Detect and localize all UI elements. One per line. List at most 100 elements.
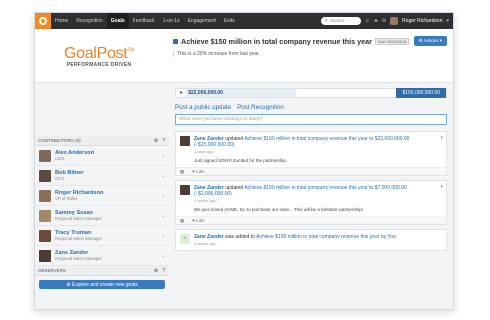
megaphone-icon[interactable]: ♬	[365, 18, 370, 24]
explore-goals-label: Explore and create new goals	[71, 281, 138, 288]
feed-goal-link[interactable]: Achieve $150 million in total company re…	[244, 136, 367, 142]
feed-value: by You	[380, 234, 396, 240]
feed-delta: (↑$15,000,000.00)	[194, 142, 235, 148]
help-icon[interactable]: ?	[162, 268, 165, 274]
observers-header: OBSERVERS ⚙?	[35, 266, 169, 276]
avatar	[39, 209, 51, 222]
search-icon: ⚲	[324, 18, 328, 23]
settings-icon[interactable]: ⚙	[154, 138, 158, 144]
chevron-down-icon[interactable]: ⌄	[161, 173, 165, 179]
nav-engagement[interactable]: Engagement	[184, 13, 220, 29]
explore-goals-button[interactable]: ⊕ Explore and create new goals	[39, 280, 165, 289]
goal-title: Achieve $150 million in total company re…	[181, 37, 372, 46]
contributor-role: Regional Sales Manager	[55, 236, 103, 241]
app-window: Home Recognition Goals Feedback 1-on-1s …	[34, 12, 454, 310]
avatar	[39, 229, 51, 242]
goal-subtitle: This is a 20% increase from last year.	[173, 51, 447, 57]
feed-item: + Zane Zander was added to Achieve $150 …	[175, 229, 447, 251]
contributors-title: CONTRIBUTORS (6)	[38, 138, 81, 143]
contributors-header: CONTRIBUTORS (6) ⚙?	[35, 136, 169, 146]
brand-name: GoalPost	[63, 44, 128, 62]
avatar	[180, 136, 190, 146]
user-plus-icon: +	[180, 234, 190, 244]
feed-timestamp: 3 weeks ago	[194, 241, 217, 246]
avatar	[39, 169, 51, 182]
tab-post-update[interactable]: Post a public update	[175, 104, 231, 111]
contributor-role: Regional Sales Manager	[55, 216, 103, 221]
tab-post-recognition[interactable]: Post Recognition	[237, 104, 284, 111]
bell-icon[interactable]: ♣	[374, 18, 377, 24]
like-button[interactable]: ♥ Like	[192, 169, 204, 174]
nav-home[interactable]: Home	[51, 13, 72, 29]
progress-current: $22,000,000.00	[186, 89, 297, 97]
lock-icon	[173, 39, 178, 44]
feed-item: ▾ Zane Zander updated Achieve $150 milli…	[175, 131, 447, 176]
feed-item: ▾ Zane Zander updated Achieve $150 milli…	[175, 180, 447, 225]
user-avatar[interactable]	[390, 17, 399, 25]
avatar	[39, 149, 51, 162]
goal-progress-bar: ➤ $22,000,000.00 $150,000,000.00	[175, 88, 447, 98]
search-input[interactable]: ⚲ Search	[321, 17, 362, 25]
contributor-item[interactable]: Zane Zander Regional Sales Manager ⌄	[35, 246, 169, 266]
settings-icon[interactable]: ⚙	[154, 268, 158, 274]
left-sidebar: CONTRIBUTORS (6) ⚙? Alex Anderson CEO ⌄ B…	[35, 84, 169, 309]
nav-one-on-ones[interactable]: 1-on-1s	[159, 13, 184, 29]
feed-timestamp: 3 days ago	[194, 149, 214, 154]
feed-action: was added to	[225, 234, 255, 240]
search-placeholder: Search	[329, 18, 344, 23]
contributor-role: Regional Sales Manager	[55, 256, 103, 261]
contributor-role: CFO	[55, 176, 65, 181]
like-label: Like	[196, 218, 205, 223]
feed-comment: Just signed SONY! Excited for the partne…	[194, 158, 288, 163]
activity-feed: ▾ Zane Zander updated Achieve $150 milli…	[175, 131, 447, 251]
progress-target: $150,000,000.00	[396, 88, 446, 98]
contributor-item[interactable]: Roger Richardson VP of Sales ⌄	[35, 186, 169, 206]
contributor-item[interactable]: Alex Anderson CEO ⌄	[35, 146, 169, 166]
like-button[interactable]: ♥ Like	[192, 218, 204, 223]
comment-icon[interactable]: ▩	[180, 218, 184, 224]
chevron-down-icon[interactable]: ⌄	[161, 233, 165, 239]
nav-recognition[interactable]: Recognition	[72, 13, 106, 29]
top-navigation: Home Recognition Goals Feedback 1-on-1s …	[35, 13, 453, 29]
contributor-item[interactable]: Sammy Sosas Regional Sales Manager ⌄	[35, 206, 169, 226]
flag-icon: ➤	[179, 90, 184, 96]
avatar	[39, 189, 51, 202]
nav-exits[interactable]: Exits	[220, 13, 239, 29]
goal-header: GoalPostTM PERFORMANCE DRIVEN Achieve $1…	[35, 29, 453, 83]
chevron-down-icon[interactable]: ▾	[440, 135, 443, 141]
brand-tagline: PERFORMANCE DRIVEN	[66, 61, 132, 68]
contributor-role: VP of Sales	[55, 196, 78, 201]
chevron-down-icon[interactable]: ▾	[440, 184, 443, 190]
feed-goal-link[interactable]: Achieve $150 million in total company re…	[256, 234, 379, 240]
app-logo-icon[interactable]	[35, 13, 51, 29]
chevron-down-icon[interactable]: ⌄	[161, 193, 165, 199]
feed-value: to $7,000,000.00	[369, 185, 407, 191]
avatar	[39, 249, 51, 262]
nav-feedback[interactable]: Feedback	[129, 13, 159, 29]
help-icon[interactable]: ?	[162, 138, 165, 144]
chevron-down-icon[interactable]: ⌄	[161, 213, 165, 219]
avatar	[180, 185, 190, 195]
feed-goal-link[interactable]: Achieve $150 million in total company re…	[244, 185, 367, 191]
actions-label: Actions	[423, 38, 439, 43]
comment-icon[interactable]: ▩	[180, 169, 184, 175]
user-name[interactable]: Roger Richardson	[402, 18, 442, 24]
contributor-item[interactable]: Bob Bitner CFO ⌄	[35, 166, 169, 186]
chevron-down-icon[interactable]: ▾	[446, 18, 449, 24]
feed-value: to $22,000,000.00	[369, 136, 410, 142]
chevron-down-icon[interactable]: ⌄	[161, 253, 165, 259]
feed-user-link[interactable]: Zane Zander	[194, 234, 224, 240]
like-label: Like	[196, 169, 205, 174]
feed-timestamp: 2 weeks ago	[194, 198, 217, 203]
actions-button[interactable]: ⚙ Actions ▾	[413, 36, 447, 46]
nav-goals[interactable]: Goals	[106, 13, 129, 29]
settings-icon[interactable]: ⚙	[382, 18, 386, 24]
chevron-down-icon[interactable]: ⌄	[161, 153, 165, 159]
post-update-input[interactable]: What have you been working on lately?	[175, 114, 447, 125]
brand-logo: GoalPostTM PERFORMANCE DRIVEN	[35, 29, 163, 83]
brand-trademark: TM	[127, 47, 135, 54]
main-content: ➤ $22,000,000.00 $150,000,000.00 Post a …	[175, 88, 447, 255]
due-date-badge: Due 05/09/2016	[374, 38, 410, 45]
feed-comment: We just closed ACME, Inc to purchase our…	[194, 207, 363, 212]
contributor-item[interactable]: Tracy Truman Regional Sales Manager ⌄	[35, 226, 169, 246]
